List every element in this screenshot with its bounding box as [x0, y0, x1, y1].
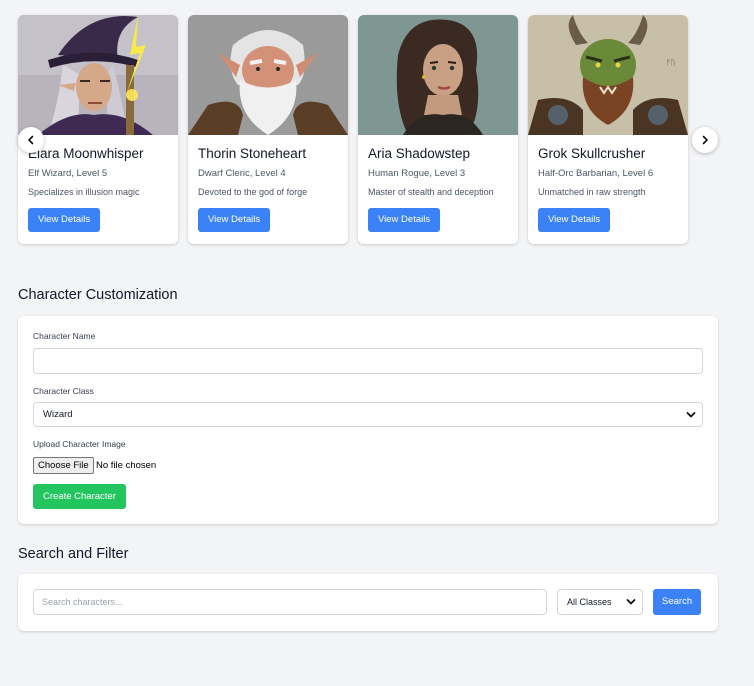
- search-button[interactable]: Search: [653, 589, 702, 615]
- svg-text:ᚠᚢ: ᚠᚢ: [666, 58, 676, 67]
- chevron-left-icon: [28, 135, 34, 145]
- file-status-text: No file chosen: [96, 460, 157, 471]
- choose-file-button[interactable]: Choose File: [33, 457, 94, 474]
- character-card-elara: Elara Moonwhisper Elf Wizard, Level 5 Sp…: [18, 15, 178, 244]
- character-class-select[interactable]: Wizard: [33, 402, 703, 427]
- search-input[interactable]: [33, 589, 547, 615]
- create-character-button[interactable]: Create Character: [33, 484, 126, 509]
- character-card-thorin: Thorin Stoneheart Dwarf Cleric, Level 4 …: [188, 15, 348, 244]
- character-class-label: Character Class: [33, 386, 94, 396]
- search-filter-title: Search and Filter: [18, 546, 129, 562]
- elf-wizard-portrait: [18, 15, 178, 135]
- view-details-button[interactable]: View Details: [198, 208, 271, 232]
- customization-form: Character Name Character Class Wizard Up…: [18, 316, 718, 524]
- chevron-down-icon: [626, 599, 636, 605]
- search-filter-panel: All Classes Search: [18, 574, 718, 631]
- character-name-label: Character Name: [33, 331, 96, 341]
- character-description: Specializes in illusion magic: [28, 187, 140, 197]
- chevron-down-icon: [686, 412, 696, 418]
- character-race-class: Human Rogue, Level 3: [368, 168, 466, 179]
- character-card-aria: Aria Shadowstep Human Rogue, Level 3 Mas…: [358, 15, 518, 244]
- character-name: Grok Skullcrusher: [538, 146, 646, 161]
- class-filter-value: All Classes: [567, 597, 612, 607]
- view-details-button[interactable]: View Details: [28, 208, 101, 232]
- view-details-button[interactable]: View Details: [538, 208, 611, 232]
- human-rogue-portrait: [358, 15, 518, 135]
- character-name: Thorin Stoneheart: [198, 146, 307, 161]
- character-race-class: Half-Orc Barbarian, Level 6: [538, 168, 654, 179]
- character-race-class: Dwarf Cleric, Level 4: [198, 168, 286, 179]
- character-class-value: Wizard: [43, 409, 73, 420]
- upload-image-label: Upload Character Image: [33, 439, 126, 449]
- chevron-right-icon: [702, 135, 708, 145]
- character-name: Elara Moonwhisper: [28, 146, 144, 161]
- character-carousel: Elara Moonwhisper Elf Wizard, Level 5 Sp…: [0, 0, 754, 260]
- dwarf-cleric-portrait: [188, 15, 348, 135]
- carousel-next-button[interactable]: [692, 127, 718, 153]
- character-description: Unmatched in raw strength: [538, 187, 646, 197]
- character-card-grok: ᚠᚢ Grok Skullcrusher Half-Orc Barbarian,…: [528, 15, 688, 244]
- half-orc-barbarian-portrait: ᚠᚢ: [528, 15, 688, 135]
- character-name: Aria Shadowstep: [368, 146, 471, 161]
- character-description: Devoted to the god of forge: [198, 187, 308, 197]
- class-filter-select[interactable]: All Classes: [557, 589, 643, 615]
- character-race-class: Elf Wizard, Level 5: [28, 168, 108, 179]
- character-name-input[interactable]: [33, 348, 703, 374]
- carousel-prev-button[interactable]: [18, 127, 44, 153]
- view-details-button[interactable]: View Details: [368, 208, 441, 232]
- character-description: Master of stealth and deception: [368, 187, 494, 197]
- customization-title: Character Customization: [18, 287, 178, 303]
